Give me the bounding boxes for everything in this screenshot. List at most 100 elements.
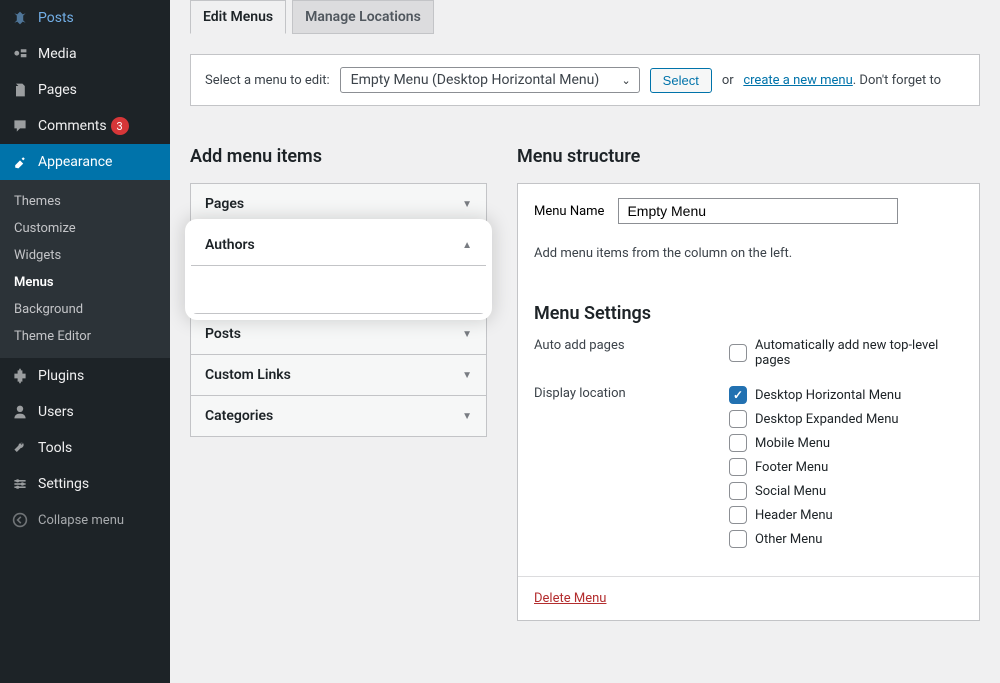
location-header[interactable]: Header Menu [729,506,963,524]
display-location-row: Display location Desktop Horizontal Menu… [518,380,979,560]
nav-tabs: Edit Menus Manage Locations [190,0,980,34]
select-button[interactable]: Select [650,68,712,93]
checkbox-other[interactable] [729,530,747,548]
settings-icon [10,474,30,494]
triangle-down-icon: ▼ [462,411,472,422]
collapse-icon [10,510,30,530]
submenu-theme-editor[interactable]: Theme Editor [0,323,170,350]
accordion-authors-header[interactable]: Authors ▲ [191,225,486,265]
menu-structure-column: Menu structure Menu Name Add menu items … [517,146,980,621]
tab-edit-menus[interactable]: Edit Menus [190,0,286,34]
sidebar-label: Collapse menu [38,513,124,528]
triangle-down-icon: ▼ [462,199,472,210]
location-social[interactable]: Social Menu [729,482,963,500]
or-text: or [722,73,734,88]
menu-structure-panel: Menu Name Add menu items from the column… [517,183,980,621]
display-location-label: Display location [534,386,729,554]
sidebar-item-pages[interactable]: Pages [0,72,170,108]
triangle-down-icon: ▼ [462,370,472,381]
checkbox-mobile[interactable] [729,434,747,452]
accordion-title: Posts [205,326,241,342]
auto-add-text: Automatically add new top-level pages [755,338,963,368]
location-footer[interactable]: Footer Menu [729,458,963,476]
sidebar-label: Settings [38,476,89,492]
sidebar-label: Posts [38,10,74,26]
submenu-themes[interactable]: Themes [0,188,170,215]
auto-add-label: Auto add pages [534,338,729,374]
location-mobile[interactable]: Mobile Menu [729,434,963,452]
sidebar-label: Plugins [38,368,84,384]
location-other[interactable]: Other Menu [729,530,963,548]
menu-name-input[interactable] [618,198,898,224]
submenu-widgets[interactable]: Widgets [0,242,170,269]
accordion-authors-body [191,265,486,313]
accordion-title: Pages [205,196,244,212]
tools-icon [10,438,30,458]
users-icon [10,402,30,422]
menu-select-value: Empty Menu (Desktop Horizontal Menu) [351,72,600,88]
submenu-menus[interactable]: Menus [0,269,170,296]
menu-selector-bar: Select a menu to edit: Empty Menu (Deskt… [190,54,980,106]
location-desktop-e[interactable]: Desktop Expanded Menu [729,410,963,428]
sidebar-item-posts[interactable]: Posts [0,0,170,36]
checkbox-desktop-horizontal[interactable] [729,386,747,404]
accordion-categories-header[interactable]: Categories ▼ [191,396,486,436]
sidebar-item-settings[interactable]: Settings [0,466,170,502]
empty-instruction: Add menu items from the column on the le… [518,238,979,291]
tab-manage-locations[interactable]: Manage Locations [292,0,434,34]
sidebar-label: Tools [38,440,72,456]
sidebar-item-users[interactable]: Users [0,394,170,430]
auto-add-option-row[interactable]: Automatically add new top-level pages [729,338,963,368]
structure-heading: Menu structure [517,146,980,167]
location-desktop-h[interactable]: Desktop Horizontal Menu [729,386,963,404]
checkbox-social[interactable] [729,482,747,500]
appearance-submenu: Themes Customize Widgets Menus Backgroun… [0,180,170,358]
sidebar-item-media[interactable]: Media [0,36,170,72]
sidebar-collapse[interactable]: Collapse menu [0,502,170,538]
accordion-categories: Categories ▼ [191,396,486,436]
sidebar-item-plugins[interactable]: Plugins [0,358,170,394]
accordion-pages: Pages ▼ [191,184,486,225]
menu-select-dropdown[interactable]: Empty Menu (Desktop Horizontal Menu) ⌄ [340,67,640,93]
pages-icon [10,80,30,100]
checkbox-footer[interactable] [729,458,747,476]
menu-items-accordion: Pages ▼ Authors ▲ Posts [190,183,487,437]
sidebar-item-tools[interactable]: Tools [0,430,170,466]
triangle-down-icon: ▼ [462,329,472,340]
add-items-heading: Add menu items [190,146,487,167]
checkbox-auto-add[interactable] [729,344,747,362]
plugins-icon [10,366,30,386]
sidebar-item-appearance[interactable]: Appearance [0,144,170,180]
sidebar-label: Media [38,46,77,62]
accordion-pages-header[interactable]: Pages ▼ [191,184,486,224]
sidebar-item-comments[interactable]: Comments 3 [0,108,170,144]
checkbox-desktop-expanded[interactable] [729,410,747,428]
media-icon [10,44,30,64]
accordion-title: Authors [205,237,255,253]
pin-icon [10,8,30,28]
delete-menu-link[interactable]: Delete Menu [534,591,606,606]
add-menu-items-column: Add menu items Pages ▼ Authors ▲ [190,146,487,621]
menu-settings-heading: Menu Settings [518,291,979,332]
submenu-background[interactable]: Background [0,296,170,323]
appearance-icon [10,152,30,172]
admin-sidebar: Posts Media Pages Comments 3 Appearanc [0,0,170,683]
accordion-custom-links: Custom Links ▼ [191,355,486,396]
menu-name-row: Menu Name [518,184,979,238]
comments-badge: 3 [111,117,129,135]
accordion-custom-links-header[interactable]: Custom Links ▼ [191,355,486,395]
sidebar-label: Pages [38,82,77,98]
submenu-customize[interactable]: Customize [0,215,170,242]
accordion-posts-header[interactable]: Posts ▼ [191,314,486,354]
create-new-menu-link[interactable]: create a new menu [743,73,852,88]
accordion-title: Custom Links [205,367,291,383]
sidebar-label: Users [38,404,74,420]
sidebar-label: Appearance [38,154,112,170]
accordion-title: Categories [205,408,273,424]
comments-icon [10,116,30,136]
checkbox-header[interactable] [729,506,747,524]
main-content: Edit Menus Manage Locations Select a men… [170,0,1000,683]
accordion-authors: Authors ▲ [191,225,486,314]
triangle-up-icon: ▲ [462,240,472,251]
menu-name-label: Menu Name [534,204,604,219]
